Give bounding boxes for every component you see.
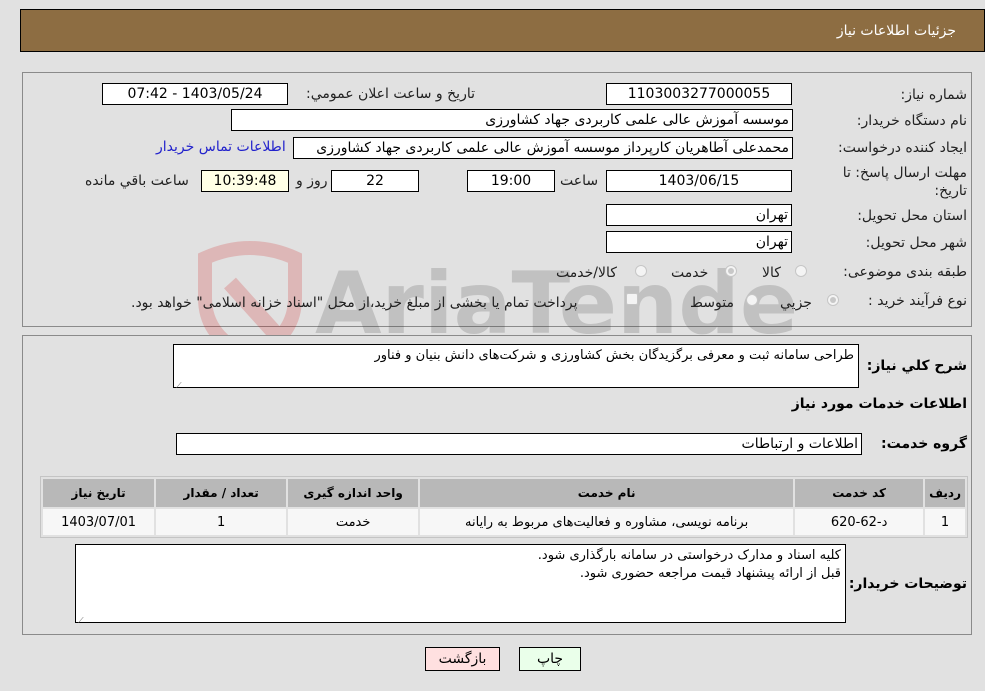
treasury-note: پرداخت تمام یا بخشی از مبلغ خرید،از محل …: [131, 295, 578, 311]
time-remaining-field[interactable]: 10:39:48: [201, 170, 289, 192]
days-label: روز و: [296, 173, 328, 189]
city-field[interactable]: تهران: [606, 231, 792, 253]
process-label: نوع فرآیند خرید :: [868, 293, 967, 309]
process-radio-minor[interactable]: [827, 294, 839, 306]
need-number-field[interactable]: 1103003277000055: [606, 83, 792, 105]
back-button[interactable]: بازگشت: [425, 647, 500, 671]
category-radio-goods-service[interactable]: [635, 265, 647, 277]
services-title: اطلاعات خدمات مورد نیاز: [791, 396, 967, 412]
col-header-need-date: تاریخ نیاز: [43, 479, 155, 507]
buyer-notes-label: توضیحات خریدار:: [848, 576, 967, 592]
category-option-service: خدمت: [671, 265, 709, 281]
time-remaining-label: ساعت باقي مانده: [85, 173, 189, 189]
province-label: استان محل تحویل:: [857, 208, 967, 224]
print-button[interactable]: چاپ: [519, 647, 581, 671]
col-header-unit: واحد اندازه گیری: [288, 479, 419, 507]
buyer-notes-line-2: قبل از ارائه پیشنهاد قیمت مراجعه حضوری ش…: [579, 566, 841, 581]
service-group-field[interactable]: اطلاعات و ارتباطات: [176, 433, 862, 455]
category-radio-goods[interactable]: [795, 265, 807, 277]
requester-label: ایجاد کننده درخواست:: [838, 140, 967, 156]
deadline-time-label: ساعت: [560, 173, 599, 189]
summary-textarea[interactable]: طراحی سامانه ثبت و معرفی برگزیدگان بخش ک…: [173, 344, 859, 390]
service-group-label: گروه خدمت:: [881, 436, 967, 452]
col-header-row-number: ردیف: [925, 479, 965, 507]
resize-grip-icon[interactable]: ⟋: [78, 612, 87, 625]
process-radio-medium[interactable]: [746, 294, 758, 306]
process-option-minor: جزيي: [780, 295, 812, 311]
summary-label: شرح كلي نياز:: [866, 358, 967, 374]
cell-quantity: 1: [156, 509, 287, 535]
buyer-notes-textarea[interactable]: کلیه اسناد و مدارک درخواستی در سامانه با…: [75, 544, 846, 625]
cell-unit: خدمت: [288, 509, 419, 535]
cell-need-date: 1403/07/01: [43, 509, 155, 535]
col-header-service-name: نام خدمت: [420, 479, 794, 507]
category-option-goods-service: کالا/خدمت: [556, 265, 617, 281]
table-header-row: ردیف کد خدمت نام خدمت واحد اندازه گیری ت…: [43, 479, 965, 507]
category-radio-service[interactable]: [725, 265, 737, 277]
category-label: طبقه بندی موضوعی:: [843, 264, 967, 280]
cell-service-code: د-62-620: [795, 509, 924, 535]
page-header: جزئیات اطلاعات نیاز: [20, 9, 985, 52]
services-table-wrap: ردیف کد خدمت نام خدمت واحد اندازه گیری ت…: [40, 476, 968, 538]
deadline-label: مهلت ارسال پاسخ: تا تاریخ:: [842, 165, 967, 199]
category-option-goods: کالا: [762, 265, 781, 281]
buyer-org-label: نام دستگاه خریدار:: [856, 113, 967, 129]
deadline-time-field[interactable]: 19:00: [467, 170, 555, 192]
page-title: جزئیات اطلاعات نیاز: [836, 23, 956, 39]
col-header-quantity: تعداد / مقدار: [156, 479, 287, 507]
cell-service-name: برنامه نویسی، مشاوره و فعالیت‌های مربوط …: [420, 509, 794, 535]
services-table: ردیف کد خدمت نام خدمت واحد اندازه گیری ت…: [41, 477, 967, 537]
requester-field[interactable]: محمدعلی آطاهریان کارپرداز موسسه آموزش عا…: [293, 137, 793, 159]
cell-row-number: 1: [925, 509, 965, 535]
process-option-medium: متوسط: [690, 295, 734, 311]
resize-grip-icon[interactable]: ⟋: [176, 377, 185, 390]
col-header-service-code: کد خدمت: [795, 479, 924, 507]
province-field[interactable]: تهران: [606, 204, 792, 226]
deadline-date-field[interactable]: 1403/06/15: [606, 170, 792, 192]
buyer-notes-line-1: کلیه اسناد و مدارک درخواستی در سامانه با…: [537, 548, 841, 563]
announce-field[interactable]: 1403/05/24 - 07:42: [102, 83, 288, 105]
days-remaining-field[interactable]: 22: [331, 170, 419, 192]
buyer-contact-link[interactable]: اطلاعات تماس خریدار: [156, 139, 286, 155]
table-row: 1 د-62-620 برنامه نویسی، مشاوره و فعالیت…: [43, 509, 965, 535]
need-number-label: شماره نیاز:: [900, 87, 968, 103]
buyer-org-field[interactable]: موسسه آموزش عالی علمی کاربردی جهاد کشاور…: [231, 109, 793, 131]
city-label: شهر محل تحویل:: [865, 235, 967, 251]
treasury-checkbox[interactable]: [626, 293, 638, 305]
summary-text: طراحی سامانه ثبت و معرفی برگزیدگان بخش ک…: [374, 348, 854, 363]
announce-label: تاریخ و ساعت اعلان عمومي:: [306, 86, 475, 102]
